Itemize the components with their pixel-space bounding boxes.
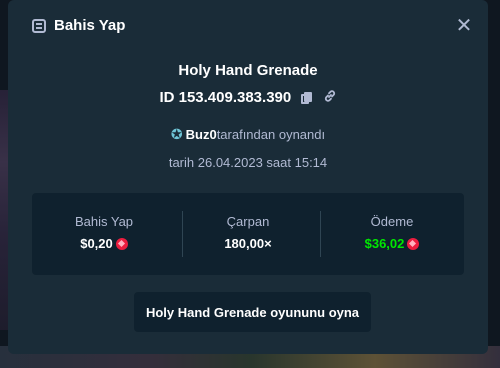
link-icon[interactable] [323,89,337,107]
stat-bet-label: Bahis Yap [74,214,134,229]
bet-date: tarih 26.04.2023 saat 15:14 [168,155,328,170]
stat-bet-amount: $0,20 [80,236,113,251]
played-by-text: tarafından oynandı [216,127,326,142]
star-icon: ✪ [170,126,183,142]
modal-header: Bahis Yap ✕ [8,0,488,52]
stat-multiplier-value: 180,00× [224,236,272,251]
stat-payout-value: $36,02 [320,236,464,251]
close-button[interactable]: ✕ [455,16,473,36]
stat-bet: Bahis Yap $0,20 [32,193,176,275]
bet-stats-panel: Bahis Yap $0,20 Çarpan 180,00× Ödeme $36… [32,193,464,275]
currency-icon [115,238,128,250]
stat-payout-label: Ödeme [370,214,414,229]
stat-bet-value: $0,20 [32,236,176,251]
modal-title: Bahis Yap [54,17,126,34]
game-title: Holy Hand Grenade [178,62,318,79]
ticket-icon [32,19,46,33]
copy-icon[interactable] [301,92,313,105]
stat-multiplier-label: Çarpan [226,214,270,229]
player-name[interactable]: Buz0 [186,127,217,142]
bet-id: ID 153.409.383.390 [159,89,292,106]
stat-multiplier: Çarpan 180,00× [176,193,320,275]
currency-icon [407,238,420,250]
play-game-button[interactable]: Holy Hand Grenade oyununu oyna [134,292,371,332]
player-row: ✪ Buz0tarafından oynandı [8,126,488,143]
bet-details-modal: Bahis Yap ✕ Holy Hand Grenade ID 153.409… [8,0,488,354]
stat-payout-amount: $36,02 [364,236,405,251]
stat-payout: Ödeme $36,02 [320,193,464,275]
bet-id-row: ID 153.409.383.390 [8,89,488,107]
